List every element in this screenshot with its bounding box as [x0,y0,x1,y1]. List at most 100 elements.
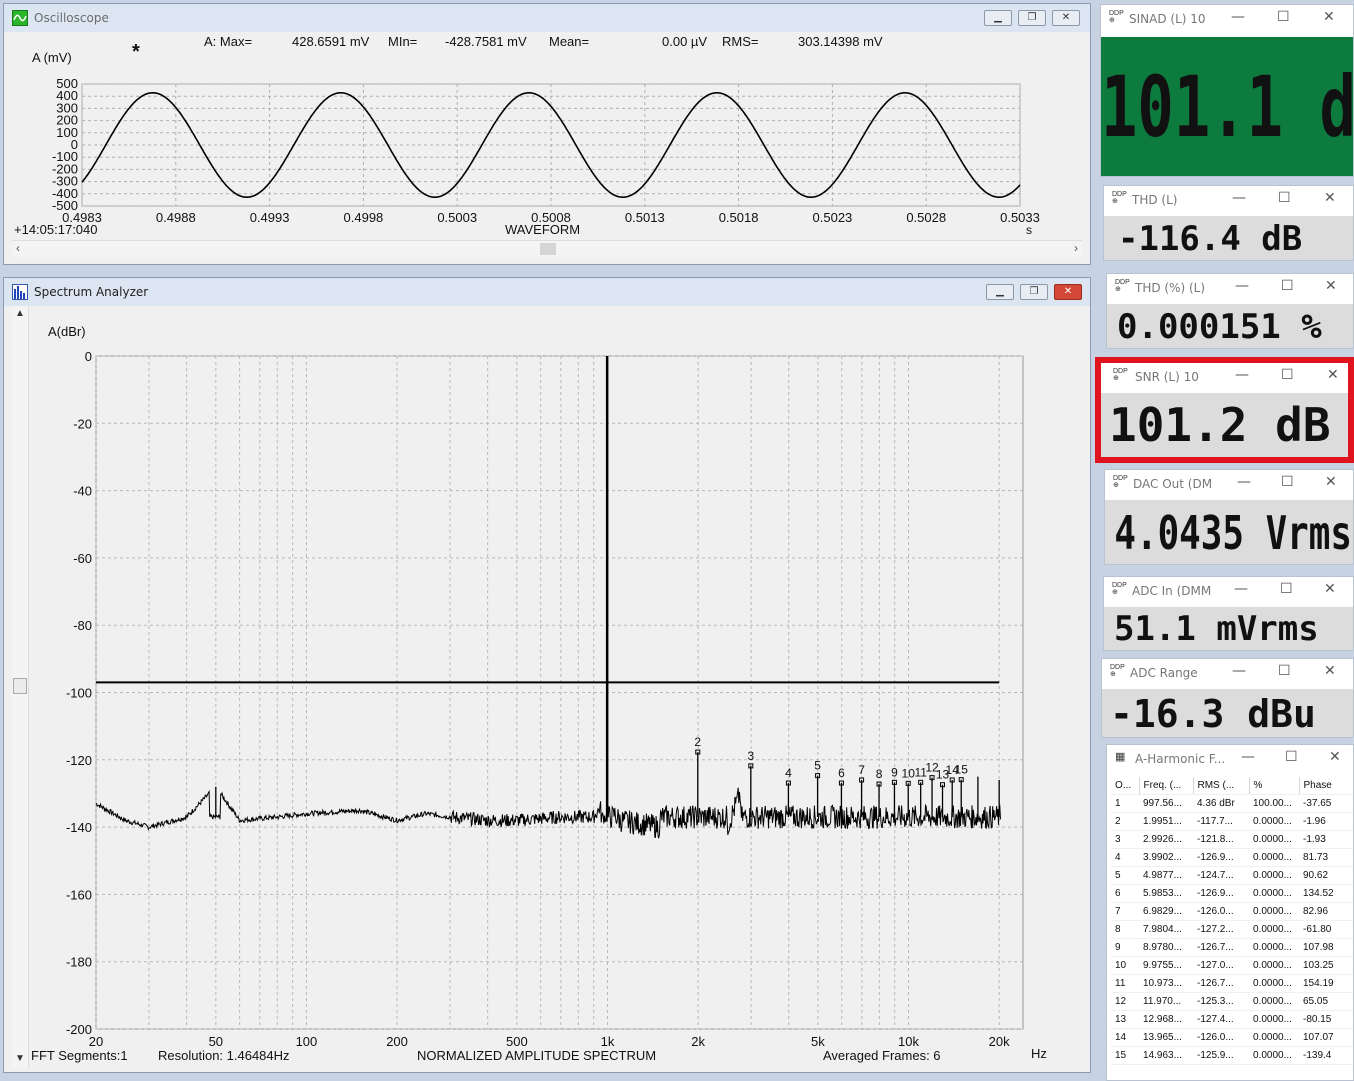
meter-thd[interactable]: DDP ⊕ THD (L) — ☐ ✕ -116.4 dB [1103,185,1354,261]
table-row[interactable]: 10 9.9755... -127.0... 0.0000... 103.25 [1111,956,1353,975]
maximize-icon[interactable]: ☐ [1278,190,1291,206]
minimize-button[interactable]: ▁ [986,284,1014,300]
table-cell: 11 [1111,974,1139,993]
harmonic-label: 9 [891,765,898,779]
meter-title: DAC Out (DMM) [1133,477,1213,491]
table-cell: 3.9902... [1139,848,1193,867]
table-cell: -126.0... [1193,1028,1249,1047]
x-tick-label: 0.5013 [625,210,665,225]
table-cell: 100.00... [1249,794,1299,813]
table-cell: 0.0000... [1249,848,1299,867]
table-row[interactable]: 15 14.963... -125.9... 0.0000... -139.4 [1111,1046,1353,1065]
scroll-thumb[interactable] [13,678,27,694]
sinad-value: 101.1 dB [1101,37,1353,176]
y-tick-label: 0 [85,349,92,364]
close-icon[interactable]: ✕ [1324,663,1336,679]
restore-button[interactable]: ❐ [1020,284,1048,300]
minimize-icon[interactable]: — [1232,663,1246,679]
column-header[interactable]: O... [1111,777,1140,795]
close-icon[interactable]: ✕ [1325,474,1337,490]
table-row[interactable]: 4 3.9902... -126.9... 0.0000... 81.73 [1111,848,1353,867]
close-icon[interactable]: ✕ [1325,278,1337,294]
meter-adc-in[interactable]: DDP ⊕ ADC In (DMM) — ☐ ✕ 51.1 mVrms [1103,576,1354,651]
meter-thd-percent[interactable]: DDP ⊕ THD (%) (L) — ☐ ✕ 0.000151 % [1106,273,1354,349]
maximize-icon[interactable]: ☐ [1281,278,1294,294]
maximize-icon[interactable]: ☐ [1281,474,1294,490]
maximize-icon[interactable]: ☐ [1280,581,1293,597]
table-row[interactable]: 3 2.9926... -121.8... 0.0000... -1.93 [1111,830,1353,849]
close-icon[interactable]: ✕ [1324,581,1336,597]
thd-percent-value: 0.000151 % [1107,304,1353,348]
table-row[interactable]: 11 10.973... -126.7... 0.0000... 154.19 [1111,974,1353,993]
column-header[interactable]: % [1249,777,1300,795]
maximize-icon[interactable]: ☐ [1281,367,1294,383]
minimize-icon[interactable]: — [1241,749,1255,765]
harmonic-label: 8 [876,767,883,781]
scroll-up-arrow-icon[interactable]: ▲ [15,308,25,319]
minimize-icon[interactable]: — [1235,367,1249,383]
table-row[interactable]: 14 13.965... -126.0... 0.0000... 107.07 [1111,1028,1353,1047]
spectrum-vscrollbar[interactable]: ▲ ▼ [12,306,29,1068]
minimize-icon[interactable]: — [1231,9,1245,25]
meter-snr[interactable]: DDP ⊕ SNR (L) 10 — ☐ ✕ 101.2 dB [1095,357,1354,463]
table-cell: 4.36 dBr [1193,794,1249,813]
column-header[interactable]: Phase [1299,777,1353,795]
table-cell: -126.7... [1193,974,1249,993]
harmonics-table[interactable]: O... Freq. (... RMS (...% Phase 1 997.56... 4… [1111,777,1353,1065]
column-header[interactable]: RMS (... [1193,777,1250,795]
table-cell: 2.9926... [1139,830,1193,849]
table-row[interactable]: 12 11.970... -125.3... 0.0000... 65.05 [1111,992,1353,1011]
minimize-icon[interactable]: — [1232,190,1246,206]
scroll-down-arrow-icon[interactable]: ▼ [15,1053,25,1064]
table-row[interactable]: 1 997.56... 4.36 dBr 100.00... -37.65 [1111,794,1353,813]
maximize-icon[interactable]: ☐ [1277,9,1290,25]
rms-value: 303.14398 mV [798,34,883,49]
table-row[interactable]: 7 6.9829... -126.0... 0.0000... 82.96 [1111,902,1353,921]
scroll-right-arrow-icon[interactable]: › [1074,241,1078,255]
harmonics-window: ▦ A-Harmonic F... — ☐ ✕ O... Freq. (... RM… [1106,744,1354,1081]
oscilloscope-scrollbar[interactable]: ‹ › [12,240,1082,257]
meter-title: ADC In (DMM) [1132,584,1212,598]
y-tick-label: -100 [66,686,92,701]
table-cell: 1.9951... [1139,812,1193,831]
table-cell: -61.80 [1299,920,1353,939]
x-unit-label: s [1026,223,1032,237]
oscilloscope-titlebar[interactable]: Oscilloscope ▁ ❐ ✕ [4,4,1090,32]
close-icon[interactable]: ✕ [1324,190,1336,206]
minimize-icon[interactable]: — [1237,474,1251,490]
close-icon[interactable]: ✕ [1329,749,1341,765]
table-cell: 6 [1111,884,1139,903]
harmonic-label: 15 [955,763,969,777]
close-icon[interactable]: ✕ [1323,9,1335,25]
scroll-left-arrow-icon[interactable]: ‹ [16,241,20,255]
table-row[interactable]: 9 8.9780... -126.7... 0.0000... 107.98 [1111,938,1353,957]
spectrum-titlebar[interactable]: Spectrum Analyzer ▁ ❐ ✕ [4,278,1090,306]
maximize-icon[interactable]: ☐ [1285,749,1298,765]
table-cell: 8 [1111,920,1139,939]
column-header[interactable]: Freq. (... [1139,777,1194,795]
close-button[interactable]: ✕ [1052,10,1080,26]
table-row[interactable]: 8 7.9804... -127.2... 0.0000... -61.80 [1111,920,1353,939]
table-row[interactable]: 5 4.9877... -124.7... 0.0000... 90.62 [1111,866,1353,885]
minimize-icon[interactable]: — [1235,278,1249,294]
minimize-button[interactable]: ▁ [984,10,1012,26]
table-row[interactable]: 6 5.9853... -126.9... 0.0000... 134.52 [1111,884,1353,903]
table-row[interactable]: 13 12.968... -127.4... 0.0000... -80.15 [1111,1010,1353,1029]
scroll-thumb[interactable] [540,243,556,255]
close-button[interactable]: ✕ [1054,284,1082,300]
minimize-icon[interactable]: — [1234,581,1248,597]
maximize-icon[interactable]: ☐ [1278,663,1291,679]
restore-button[interactable]: ❐ [1018,10,1046,26]
table-cell: 5.9853... [1139,884,1193,903]
y-tick-label: -140 [66,820,92,835]
meter-dac-out[interactable]: DDP⊕ DAC Out (DMM) — ☐ ✕ 4.0435 Vrms [1104,469,1354,565]
spectrum-title: Spectrum Analyzer [34,285,149,299]
table-cell: 5 [1111,866,1139,885]
meter-adc-range[interactable]: DDP ⊕ ADC Range — ☐ ✕ -16.3 dBu [1101,658,1354,738]
table-cell: 0.0000... [1249,938,1299,957]
table-row[interactable]: 2 1.9951... -117.7... 0.0000... -1.96 [1111,812,1353,831]
max-value: 428.6591 mV [292,34,370,49]
close-icon[interactable]: ✕ [1327,367,1339,383]
table-cell: 10 [1111,956,1139,975]
meter-sinad[interactable]: DDP⊕ SINAD (L) 10 — ☐ ✕ 101.1 dB [1100,4,1354,177]
